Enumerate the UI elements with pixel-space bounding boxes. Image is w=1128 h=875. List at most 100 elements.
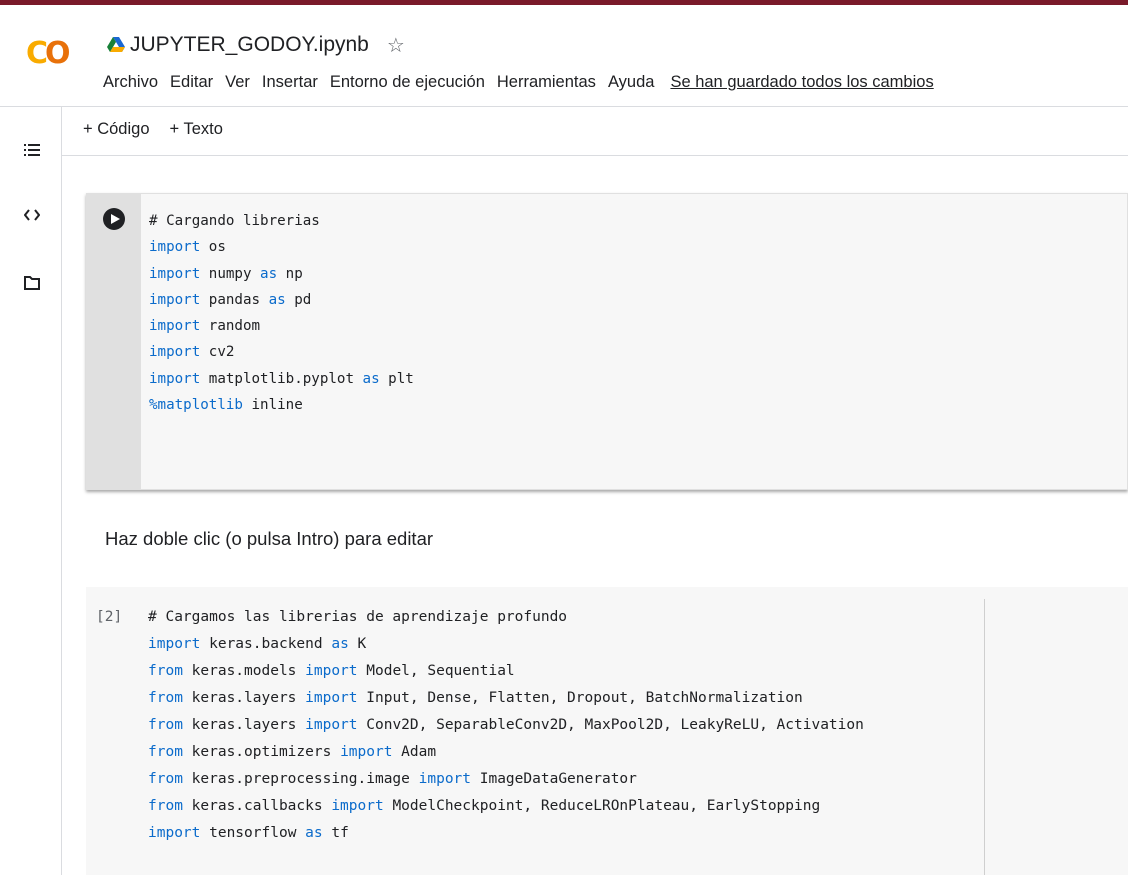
code-token: keras.layers xyxy=(182,690,306,706)
code-keyword: from xyxy=(148,690,183,706)
execution-count: [2] xyxy=(96,609,123,625)
code-keyword: import xyxy=(149,265,201,282)
code-keyword: as xyxy=(260,265,278,282)
code-token: tensorflow xyxy=(200,825,306,841)
code-line: import keras.backend as K xyxy=(148,631,864,658)
code-token: pd xyxy=(285,291,312,308)
code-keyword: as xyxy=(268,291,286,308)
code-token: keras.optimizers xyxy=(182,744,341,760)
code-token: K xyxy=(348,636,367,652)
code-keyword: as xyxy=(331,636,349,652)
code-token: np xyxy=(277,265,303,282)
code-keyword: import xyxy=(149,291,201,308)
code-comment: # Cargando librerias xyxy=(149,213,320,229)
menu-bar: Archivo Editar Ver Insertar Entorno de e… xyxy=(103,73,934,92)
menu-editar[interactable]: Editar xyxy=(170,73,213,92)
menu-herramientas[interactable]: Herramientas xyxy=(497,73,596,92)
menu-ver[interactable]: Ver xyxy=(225,73,250,92)
code-keyword: as xyxy=(305,825,323,841)
code-line: from keras.layers import Conv2D, Separab… xyxy=(148,712,864,739)
code-keyword: import xyxy=(418,771,472,787)
code-line: # Cargamos las librerias de aprendizaje … xyxy=(148,604,864,631)
code-keyword: import xyxy=(148,636,201,652)
code-token: ImageDataGenerator xyxy=(471,771,637,787)
code-line: from keras.preprocessing.image import Im… xyxy=(148,766,864,793)
text-cell-placeholder[interactable]: Haz doble clic (o pulsa Intro) para edit… xyxy=(105,528,433,550)
code-token: plt xyxy=(379,370,414,387)
left-sidebar xyxy=(0,107,62,875)
code-token: pandas xyxy=(200,291,269,308)
menu-entorno-de-ejecucion[interactable]: Entorno de ejecución xyxy=(330,73,485,92)
code-token: cv2 xyxy=(200,344,235,361)
cell-gutter xyxy=(87,194,141,489)
code-keyword: import xyxy=(305,663,358,679)
code-line: from keras.models import Model, Sequenti… xyxy=(148,658,864,685)
code-token: matplotlib.pyplot xyxy=(200,370,363,387)
code-token: Adam xyxy=(392,744,437,760)
code-token: inline xyxy=(242,397,303,414)
logo-letter-c: C xyxy=(26,36,48,71)
code-editor[interactable]: # Cargando librerias import os import nump… xyxy=(149,208,414,418)
code-line: import random xyxy=(149,313,414,339)
toc-icon[interactable] xyxy=(22,140,42,160)
code-keyword: import xyxy=(305,717,358,733)
code-line: import tensorflow as tf xyxy=(148,820,864,847)
code-token: os xyxy=(200,239,226,256)
top-accent-bar xyxy=(0,0,1128,5)
code-token: random xyxy=(200,318,261,335)
code-token: Input, Dense, Flatten, Dropout, BatchNor… xyxy=(357,690,803,706)
code-line: # Cargando librerias xyxy=(149,208,414,234)
toolbar-divider xyxy=(62,155,1128,156)
header-divider xyxy=(0,106,1128,107)
code-line: import matplotlib.pyplot as plt xyxy=(149,366,414,392)
code-keyword: as xyxy=(362,370,380,387)
code-keyword: import xyxy=(148,825,201,841)
code-keyword: import xyxy=(331,798,384,814)
code-keyword: import xyxy=(149,370,201,387)
cell-toolbar: + Código + Texto xyxy=(83,120,243,139)
code-line: import numpy as np xyxy=(149,261,414,287)
code-token: Model, Sequential xyxy=(357,663,515,679)
code-keyword: import xyxy=(149,239,201,256)
code-keyword: from xyxy=(148,798,183,814)
code-line: import cv2 xyxy=(149,339,414,365)
code-line: from keras.callbacks import ModelCheckpo… xyxy=(148,793,864,820)
code-keyword: %matplotlib xyxy=(149,397,243,414)
code-token: ModelCheckpoint, ReduceLROnPlateau, Earl… xyxy=(383,798,821,814)
menu-insertar[interactable]: Insertar xyxy=(262,73,318,92)
notebook-title-row: JUPYTER_GODOY.ipynb ☆ xyxy=(107,30,405,60)
run-cell-button[interactable] xyxy=(103,208,125,230)
logo-letter-o: O xyxy=(45,36,70,71)
code-line: %matplotlib inline xyxy=(149,392,414,418)
code-comment: # Cargamos las librerias de aprendizaje … xyxy=(148,609,568,625)
notebook-file-name[interactable]: JUPYTER_GODOY.ipynb xyxy=(130,33,369,57)
play-icon xyxy=(110,214,120,224)
colab-logo[interactable]: CO xyxy=(26,36,70,71)
code-keyword: from xyxy=(148,771,183,787)
add-text-cell-button[interactable]: + Texto xyxy=(170,120,223,139)
code-token: keras.callbacks xyxy=(182,798,332,814)
files-icon[interactable] xyxy=(22,273,42,293)
code-token: keras.models xyxy=(182,663,306,679)
menu-archivo[interactable]: Archivo xyxy=(103,73,158,92)
code-keyword: import xyxy=(340,744,393,760)
code-token: Conv2D, SeparableConv2D, MaxPool2D, Leak… xyxy=(357,717,864,733)
code-snippets-icon[interactable] xyxy=(22,205,42,225)
code-line: from keras.layers import Input, Dense, F… xyxy=(148,685,864,712)
code-keyword: import xyxy=(305,690,358,706)
code-line: from keras.optimizers import Adam xyxy=(148,739,864,766)
code-token: keras.backend xyxy=(200,636,332,652)
add-code-cell-button[interactable]: + Código xyxy=(83,120,150,139)
code-cell-1[interactable]: # Cargando librerias import os import nump… xyxy=(86,193,1128,490)
code-keyword: from xyxy=(148,663,183,679)
line-length-ruler xyxy=(984,599,985,875)
star-icon[interactable]: ☆ xyxy=(387,33,405,57)
code-editor[interactable]: # Cargamos las librerias de aprendizaje … xyxy=(148,604,864,847)
menu-ayuda[interactable]: Ayuda xyxy=(608,73,655,92)
code-token: keras.preprocessing.image xyxy=(182,771,419,787)
save-status-link[interactable]: Se han guardado todos los cambios xyxy=(670,73,933,92)
code-line: import os xyxy=(149,234,414,260)
code-keyword: from xyxy=(148,744,183,760)
code-keyword: import xyxy=(149,344,201,361)
code-cell-2[interactable]: [2] # Cargamos las librerias de aprendiz… xyxy=(86,587,1128,875)
